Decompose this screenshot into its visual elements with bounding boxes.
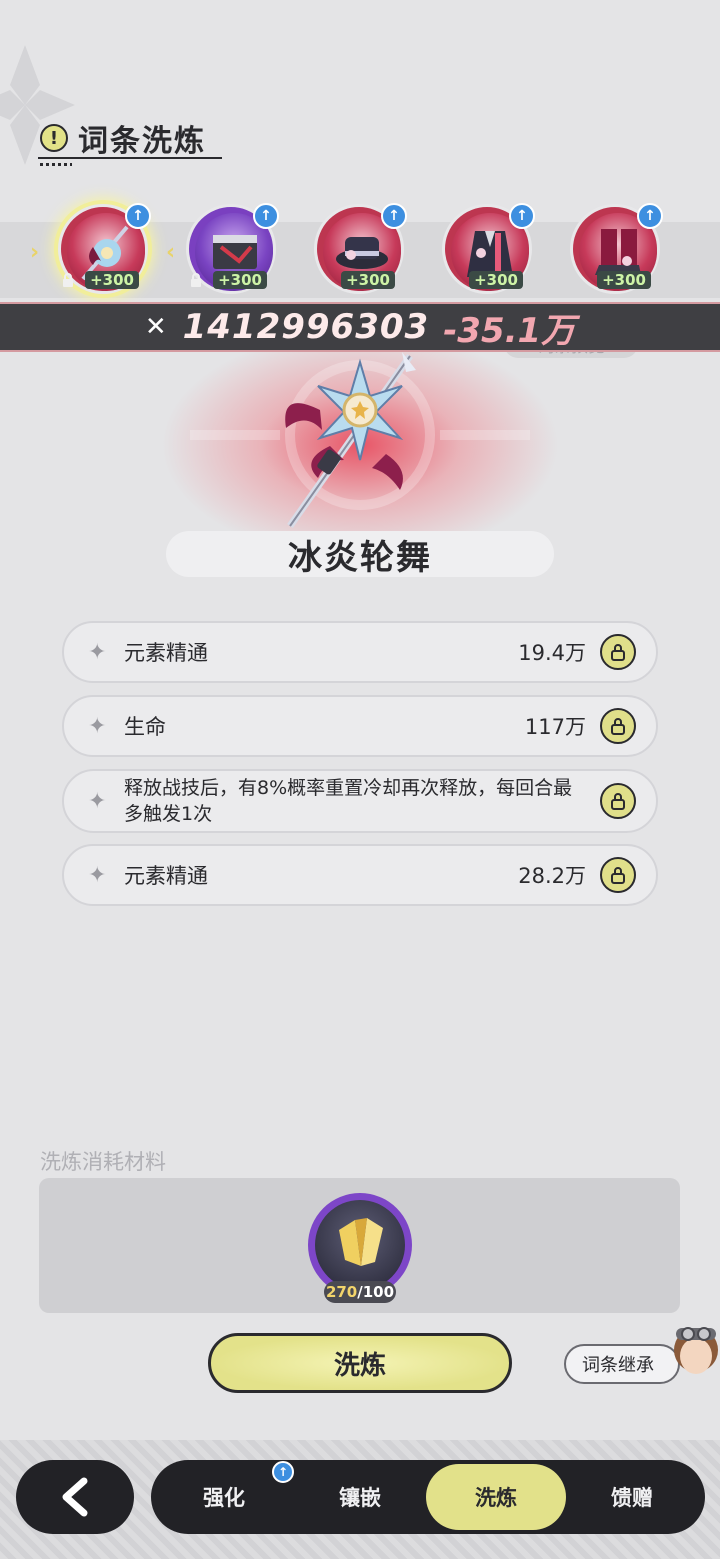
chevron-right-icon: › [30,240,40,265]
equipment-slot-hat[interactable]: +300 ↑ [314,203,407,294]
material-count: 270/100 [324,1281,396,1303]
level-badge: +300 [341,271,395,289]
crystal-icon [315,1200,405,1290]
back-arrow-icon [62,1477,88,1517]
upgrade-arrow-icon: ↑ [509,203,535,229]
tab-refine[interactable]: 洗炼 [426,1464,566,1530]
chevron-left-icon: ‹ [166,240,176,265]
back-button[interactable] [16,1460,134,1534]
upgrade-arrow-icon: ↑ [125,203,151,229]
page-header: ! 词条洗炼 [40,114,206,162]
lock-toggle-icon[interactable] [600,857,636,893]
sparkle-icon: ✦ [88,713,107,739]
affix-label: 元素精通 [124,864,208,888]
page-title: 词条洗炼 [78,124,206,159]
materials-title: 洗炼消耗材料 [40,1150,166,1174]
lock-toggle-icon[interactable] [600,783,636,819]
weapon-name: 冰炎轮舞 [288,537,432,578]
sparkle-icon: ✦ [88,862,107,888]
title-underline [38,157,222,159]
exclamation-icon: ! [40,124,68,152]
affix-value: 117万 [524,715,586,739]
equipment-slot-weapon[interactable]: +300 ↑ [58,203,151,294]
combat-power-delta: -35.1万 [443,310,576,351]
level-badge: +300 [213,271,267,289]
affix-value: 19.4万 [518,641,586,665]
sparkle-icon: ✦ [88,639,107,665]
affix-value: 28.2万 [518,864,586,888]
upgrade-arrow-icon: ↑ [253,203,279,229]
swords-icon: ✕ [144,312,167,342]
sparkle-icon: ✦ [88,788,107,814]
lock-toggle-icon[interactable] [600,634,636,670]
upgrade-arrow-icon: ↑ [381,203,407,229]
level-badge: +300 [469,271,523,289]
affix-row: ✦ 生命 117万 [62,695,658,757]
affix-row: ✦ 元素精通 28.2万 [62,844,658,906]
weapon-name-bar: 冰炎轮舞 [166,531,554,578]
upgrade-arrow-icon: ↑ [637,203,663,229]
material-required: 100 [362,1283,395,1301]
equipment-slot-boots[interactable]: +300 ↑ [570,203,663,294]
affix-label: 生命 [124,715,166,739]
affix-row: ✦ 元素精通 19.4万 [62,621,658,683]
affix-description: 释放战技后，有8%概率重置冷却再次释放，每回合最多触发1次 [124,777,573,825]
material-owned: 270 [325,1283,358,1301]
level-badge: +300 [85,271,139,289]
title-dots [40,163,72,166]
upgrade-arrow-icon: ↑ [272,1461,294,1483]
mascot-avatar[interactable] [660,1310,720,1390]
level-badge: +300 [597,271,651,289]
combat-power-value: 1412996303 [182,307,430,347]
weapon-image [285,352,416,529]
tab-enhance[interactable]: 强化 [158,1464,290,1530]
equipment-slot-coat[interactable]: +300 ↑ [442,203,535,294]
affix-label: 元素精通 [124,641,208,665]
tab-gift[interactable]: 馈赠 [566,1464,698,1530]
lock-icon [63,273,73,287]
affix-row: ✦ 释放战技后，有8%概率重置冷却再次释放，每回合最多触发1次 [62,769,658,833]
combat-power-banner: ✕ 1412996303 -35.1万 [0,302,720,352]
lock-icon [191,273,201,287]
equipment-slot-book[interactable]: +300 ↑ [186,203,279,294]
tab-inlay[interactable]: 镶嵌 [294,1464,426,1530]
lock-toggle-icon[interactable] [600,708,636,744]
refine-button[interactable]: 洗炼 [208,1333,512,1393]
